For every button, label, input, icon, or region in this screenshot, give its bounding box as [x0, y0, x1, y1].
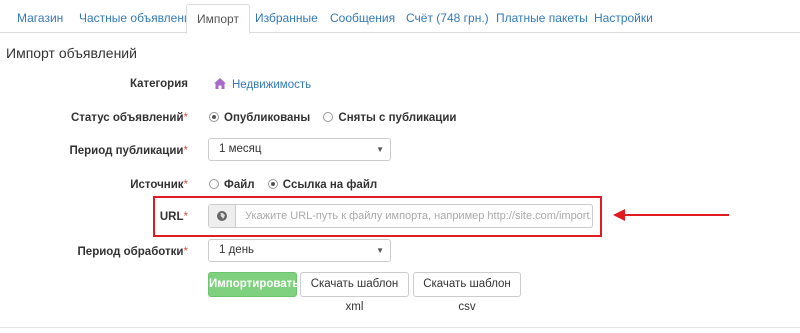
- status-option-published[interactable]: Опубликованы: [209, 112, 310, 124]
- source-radio-group: Файл Ссылка на файл: [209, 179, 387, 191]
- processing-select[interactable]: 1 день ▼: [208, 239, 391, 262]
- category-label: Категория: [130, 78, 188, 90]
- period-label-text: Период публикации: [69, 145, 184, 157]
- source-label: Источник*: [130, 179, 188, 191]
- radio-checked-icon: [209, 112, 219, 122]
- page-title: Импорт объявлений: [6, 45, 137, 61]
- status-label-text: Статус объявлений: [70, 112, 184, 124]
- tab-import[interactable]: Импорт: [186, 4, 250, 34]
- highlight-frame: [153, 196, 602, 237]
- status-option-published-label: Опубликованы: [224, 112, 311, 124]
- import-button[interactable]: Импортировать: [208, 272, 299, 297]
- category-label-text: Категория: [129, 78, 188, 90]
- processing-select-value: 1 день: [219, 244, 255, 256]
- source-option-link-label: Ссылка на файл: [282, 179, 378, 191]
- home-icon: [214, 78, 226, 89]
- source-option-file-label: Файл: [224, 179, 255, 191]
- status-option-unpublished-label: Сняты с публикации: [338, 112, 457, 124]
- status-radio-group: Опубликованы Сняты с публикации: [209, 112, 467, 124]
- source-option-file[interactable]: Файл: [209, 179, 255, 191]
- required-mark: *: [183, 112, 188, 124]
- radio-checked-icon: [267, 179, 278, 189]
- source-label-text: Источник: [130, 179, 184, 191]
- processing-label: Период обработки*: [78, 246, 188, 258]
- download-csv-template-button[interactable]: Скачать шаблон csv: [413, 272, 521, 313]
- period-select-value: 1 месяц: [219, 143, 262, 155]
- category-link[interactable]: Недвижимость: [214, 78, 311, 91]
- category-value: Недвижимость: [232, 79, 312, 91]
- caret-down-icon: ▼: [376, 246, 384, 255]
- tab-paid-packages[interactable]: Платные пакеты: [486, 4, 598, 33]
- required-mark: *: [183, 179, 188, 191]
- processing-label-text: Период обработки: [77, 246, 184, 258]
- period-label: Период публикации*: [69, 145, 188, 157]
- required-mark: *: [183, 246, 188, 258]
- download-xml-template-button[interactable]: Скачать шаблон xml: [300, 272, 409, 313]
- radio-unchecked-icon: [209, 179, 219, 189]
- period-select[interactable]: 1 месяц ▼: [208, 138, 391, 161]
- radio-unchecked-icon: [323, 112, 334, 122]
- tab-bar: Магазин Частные объявления Импорт Избран…: [0, 0, 800, 34]
- tab-shop[interactable]: Магазин: [7, 4, 73, 33]
- tab-favorites[interactable]: Избранные: [245, 4, 328, 33]
- tab-messages[interactable]: Сообщения: [320, 4, 405, 33]
- status-option-unpublished[interactable]: Сняты с публикации: [323, 112, 457, 124]
- bottom-divider: [0, 327, 800, 328]
- arrow-left-icon: [613, 209, 729, 221]
- status-label: Статус объявлений*: [71, 112, 188, 124]
- caret-down-icon: ▼: [376, 145, 384, 154]
- tab-settings[interactable]: Настройки: [584, 4, 663, 33]
- tab-account[interactable]: Счёт (748 грн.): [396, 4, 499, 33]
- required-mark: *: [183, 145, 188, 157]
- source-option-link[interactable]: Ссылка на файл: [267, 179, 378, 191]
